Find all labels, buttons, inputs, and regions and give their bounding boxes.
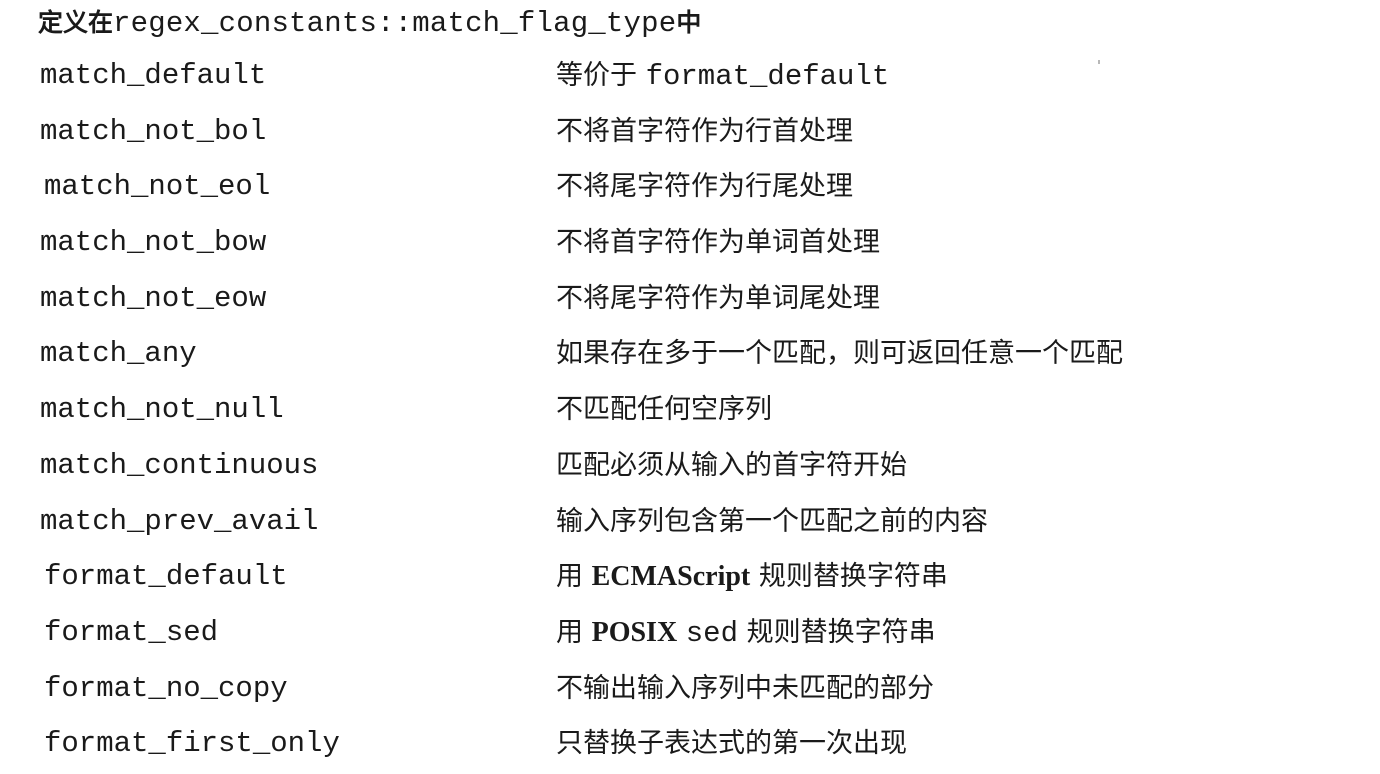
flag-description: 不将首字符作为行首处理 — [556, 115, 853, 147]
flag-description: 不输出输入序列中未匹配的部分 — [556, 672, 934, 704]
flag-table: match_default 等价于 format_default match_n… — [0, 50, 1380, 774]
flag-name: match_not_null — [40, 393, 284, 427]
section-heading: 定义在regex_constants::match_flag_type中 — [38, 2, 701, 42]
heading-prefix: 定义在 — [38, 8, 114, 37]
table-row: match_continuous 匹配必须从输入的首字符开始 — [0, 440, 1380, 496]
flag-name: match_any — [40, 337, 197, 371]
flag-name: format_sed — [44, 615, 219, 649]
flag-description: 用 ECMAScript 规则替换字符串 — [556, 561, 948, 593]
table-row: match_prev_avail 输入序列包含第一个匹配之前的内容 — [0, 496, 1380, 552]
flag-description: 如果存在多于一个匹配，则可返回任意一个匹配 — [556, 338, 1123, 370]
flag-name: format_no_copy — [44, 671, 288, 705]
flag-description: 不将尾字符作为单词尾处理 — [556, 282, 880, 314]
flag-name: match_not_eow — [40, 281, 267, 315]
heading-suffix: 中 — [676, 8, 702, 37]
table-row: format_no_copy 不输出输入序列中未匹配的部分 — [0, 663, 1380, 719]
flag-description: 只替换子表达式的第一次出现 — [556, 728, 907, 760]
flag-name: match_prev_avail — [40, 504, 319, 538]
table-row: match_not_bow 不将首字符作为单词首处理 — [0, 217, 1380, 273]
flag-name: match_not_bow — [40, 226, 267, 260]
flag-name: format_first_only — [44, 727, 340, 761]
table-row: match_not_eol 不将尾字符作为行尾处理 — [0, 161, 1380, 217]
flag-description: 不将首字符作为单词首处理 — [556, 227, 880, 259]
flag-name: match_not_eol — [44, 170, 271, 204]
table-row: match_default 等价于 format_default — [0, 50, 1380, 106]
flag-description: 用 POSIX sed 规则替换字符串 — [556, 616, 936, 650]
table-row: match_any 如果存在多于一个匹配，则可返回任意一个匹配 — [0, 328, 1380, 384]
table-row: format_first_only 只替换子表达式的第一次出现 — [0, 718, 1380, 774]
flag-description: 等价于 format_default — [556, 60, 890, 93]
flag-description: 不匹配任何空序列 — [556, 394, 772, 426]
table-row: match_not_eow 不将尾字符作为单词尾处理 — [0, 273, 1380, 329]
table-row: format_default 用 ECMAScript 规则替换字符串 — [0, 551, 1380, 607]
flag-name: match_default — [40, 59, 267, 92]
heading-namespace: regex_constants::match_flag_type — [113, 7, 677, 40]
table-row: format_sed 用 POSIX sed 规则替换字符串 — [0, 607, 1380, 663]
document-page: 定义在regex_constants::match_flag_type中 mat… — [0, 0, 1380, 762]
flag-description: 不将尾字符作为行尾处理 — [556, 171, 853, 203]
flag-name: match_continuous — [40, 448, 319, 482]
table-row: match_not_bol 不将首字符作为行首处理 — [0, 106, 1380, 162]
flag-name: format_default — [44, 560, 288, 594]
flag-description: 输入序列包含第一个匹配之前的内容 — [556, 505, 988, 537]
flag-name: match_not_bol — [40, 114, 267, 148]
flag-description: 匹配必须从输入的首字符开始 — [556, 449, 907, 481]
table-row: match_not_null 不匹配任何空序列 — [0, 384, 1380, 440]
